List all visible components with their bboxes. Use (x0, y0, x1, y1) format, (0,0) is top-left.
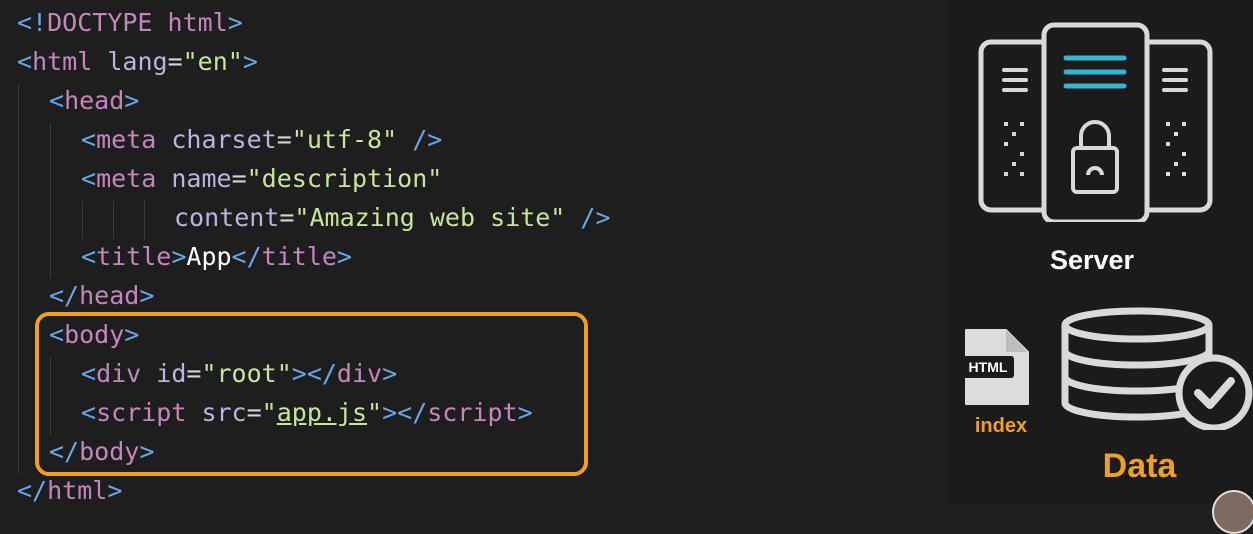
tag-name: html (32, 47, 93, 76)
tag-name: title (261, 242, 337, 271)
attr-value: "utf-8" (291, 125, 398, 154)
body-highlight-box (35, 312, 588, 476)
file-label: index (974, 415, 1028, 437)
file-badge-label: HTML (968, 359, 1008, 375)
server-icon (978, 22, 1213, 222)
tag-name: meta (96, 164, 157, 193)
diagram-panel: Server HTML index Data (947, 0, 1253, 534)
avatar (1212, 490, 1253, 534)
title-text: App (186, 242, 232, 271)
server-label: Server (1049, 245, 1135, 275)
code-editor: <!DOCTYPE html> <html lang="en"> <head> … (0, 0, 947, 504)
tag-name: meta (96, 125, 157, 154)
doctype-keyword: DOCTYPE (47, 8, 153, 37)
tag-name: head (79, 281, 140, 310)
attr-value: "Amazing web site" (294, 203, 566, 232)
indent-guide (50, 123, 51, 278)
attr-value: "en" (182, 47, 243, 76)
doctype-name: html (152, 8, 228, 37)
tag-name: title (96, 242, 172, 271)
punct: <! (17, 8, 48, 37)
data-label: Data (1102, 447, 1177, 485)
database-check-icon (1061, 307, 1253, 430)
punct: > (227, 8, 243, 37)
code-line-meta-charset: <meta charset="utf-8" /> (81, 125, 443, 154)
indent-guide (113, 201, 114, 239)
indent-guide (82, 201, 83, 239)
attr-value: "description" (246, 164, 443, 193)
code-line-html-open: <html lang="en"> (17, 47, 258, 76)
attr-name: charset (171, 125, 277, 154)
attr-name: name (171, 164, 232, 193)
indent-guide (18, 84, 19, 474)
code-line-head-close: </head> (49, 281, 155, 310)
code-line-head-open: <head> (49, 86, 140, 115)
code-line-title: <title>App</title> (81, 242, 352, 271)
tag-name: html (47, 476, 108, 504)
tag-name: head (64, 86, 125, 115)
code-line-doctype: <!DOCTYPE html> (17, 3, 243, 42)
indent-guide (144, 201, 145, 239)
attr-name: lang (107, 47, 168, 76)
code-line-meta-content: content="Amazing web site" /> (174, 203, 611, 232)
attr-name: content (174, 203, 280, 232)
code-line-meta-description: <meta name="description" (81, 164, 443, 193)
